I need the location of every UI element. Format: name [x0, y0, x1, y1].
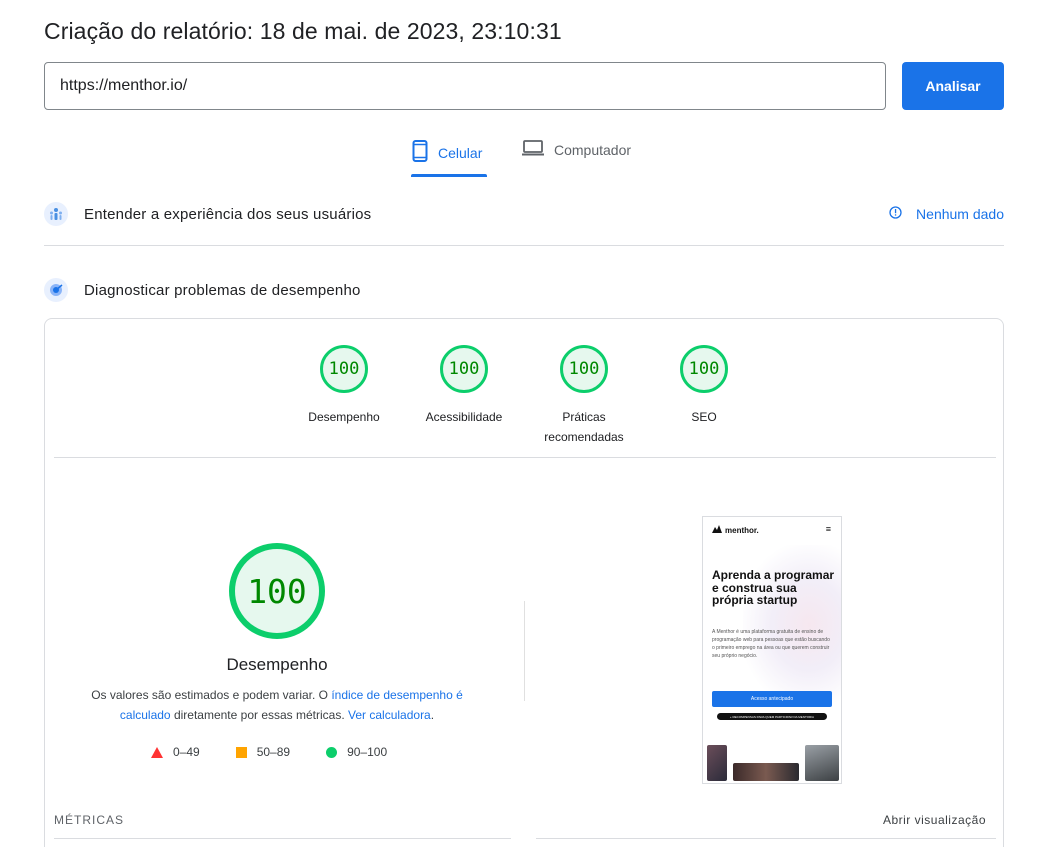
screenshot-headline: Aprenda a programar e construa sua própr…: [712, 568, 835, 607]
legend-fail: 0–49: [151, 745, 200, 759]
tab-mobile[interactable]: Celular: [412, 140, 482, 165]
legend-range: 50–89: [256, 745, 291, 759]
legend-range: 90–100: [347, 745, 388, 759]
desc-text: .: [430, 708, 435, 722]
square-icon: [235, 746, 247, 758]
legend-range: 0–49: [173, 745, 200, 759]
score-ring: 100: [440, 345, 488, 393]
legend-pass: 90–100: [326, 745, 387, 759]
active-tab-indicator: [411, 174, 487, 177]
score-ring: 100: [560, 345, 608, 393]
section-divider: [44, 245, 1004, 246]
calculator-link[interactable]: Ver calculadora: [348, 708, 431, 722]
card-divider: [54, 457, 996, 458]
no-data-link[interactable]: Nenhum dado: [889, 206, 1004, 222]
performance-label: Desempenho: [226, 655, 328, 674]
desc-text: diretamente por essas métricas.: [170, 708, 349, 722]
device-tabs: Celular Computador: [0, 130, 1057, 178]
screenshot-thumbnail: [707, 745, 727, 781]
field-data-title: Entender a experiência dos seus usuários: [84, 205, 372, 223]
performance-score-gauge: 100: [229, 543, 325, 639]
page-screenshot: menthor. ≡ Aprenda a programar e constru…: [702, 516, 842, 784]
lab-data-section: Diagnosticar problemas de desempenho: [44, 278, 1004, 302]
gauge-label: Desempenho: [308, 410, 380, 424]
circle-icon: [326, 746, 338, 758]
gauge-best-practices[interactable]: 100 Práticas recomendadas: [524, 345, 644, 447]
laptop-icon: [522, 140, 544, 159]
score-ring: 100: [680, 345, 728, 393]
open-view-toggle[interactable]: Abrir visualização: [883, 813, 986, 827]
score-legend: 0–49 50–89 90–100: [151, 745, 423, 759]
metrics-divider: [54, 838, 511, 839]
screenshot-brand: menthor.: [725, 525, 759, 535]
url-input[interactable]: [44, 62, 886, 110]
metrics-heading: MÉTRICAS: [54, 813, 125, 827]
vertical-divider: [524, 601, 525, 701]
performance-description: Os valores são estimados e podem variar.…: [85, 685, 469, 725]
report-title: Criação do relatório: 18 de mai. de 2023…: [44, 18, 562, 44]
screenshot-body: A Menthor é uma plataforma gratuita de e…: [712, 629, 830, 659]
metrics-divider: [536, 838, 996, 839]
gauge-label: Acessibilidade: [425, 410, 503, 424]
legend-average: 50–89: [235, 745, 291, 759]
users-experience-icon: [44, 202, 68, 226]
menthor-logo-icon: [712, 525, 722, 535]
gauge-seo[interactable]: 100 SEO: [644, 345, 764, 427]
analyze-button[interactable]: Analisar: [902, 62, 1004, 110]
report-card: 100 Desempenho 100 Acessibilidade 100 Pr…: [44, 318, 1004, 847]
desc-text: Os valores são estimados e podem variar.…: [91, 688, 332, 702]
field-data-section: Entender a experiência dos seus usuários…: [44, 202, 1004, 226]
lighthouse-icon: [44, 278, 68, 302]
screenshot-cta: Acesso antecipado: [712, 691, 832, 707]
screenshot-thumbnail: [733, 763, 799, 781]
screenshot-cta2-label: + RECOMPENSAS PARA QUEM PARTICIPAR DA ME…: [729, 714, 815, 719]
smartphone-icon: [412, 140, 428, 165]
screenshot-cta-label: Acesso antecipado: [750, 696, 794, 702]
tab-desktop[interactable]: Computador: [522, 140, 631, 159]
screenshot-logo: menthor.: [712, 525, 759, 535]
score-ring: 100: [320, 345, 368, 393]
gauge-accessibility[interactable]: 100 Acessibilidade: [404, 345, 524, 427]
lab-data-title: Diagnosticar problemas de desempenho: [84, 281, 361, 299]
screenshot-thumbnail: [805, 745, 839, 781]
tab-desktop-label: Computador: [554, 141, 632, 158]
no-data-label: Nenhum dado: [916, 206, 1004, 222]
tab-mobile-label: Celular: [438, 144, 483, 161]
gauge-performance[interactable]: 100 Desempenho: [284, 345, 404, 427]
gauge-label: SEO: [691, 410, 717, 424]
hamburger-icon: ≡: [825, 524, 831, 534]
triangle-icon: [151, 746, 163, 758]
gauge-label: Práticas recomendadas: [544, 410, 624, 444]
info-icon: [889, 206, 902, 222]
screenshot-secondary-cta: + RECOMPENSAS PARA QUEM PARTICIPAR DA ME…: [717, 713, 827, 720]
